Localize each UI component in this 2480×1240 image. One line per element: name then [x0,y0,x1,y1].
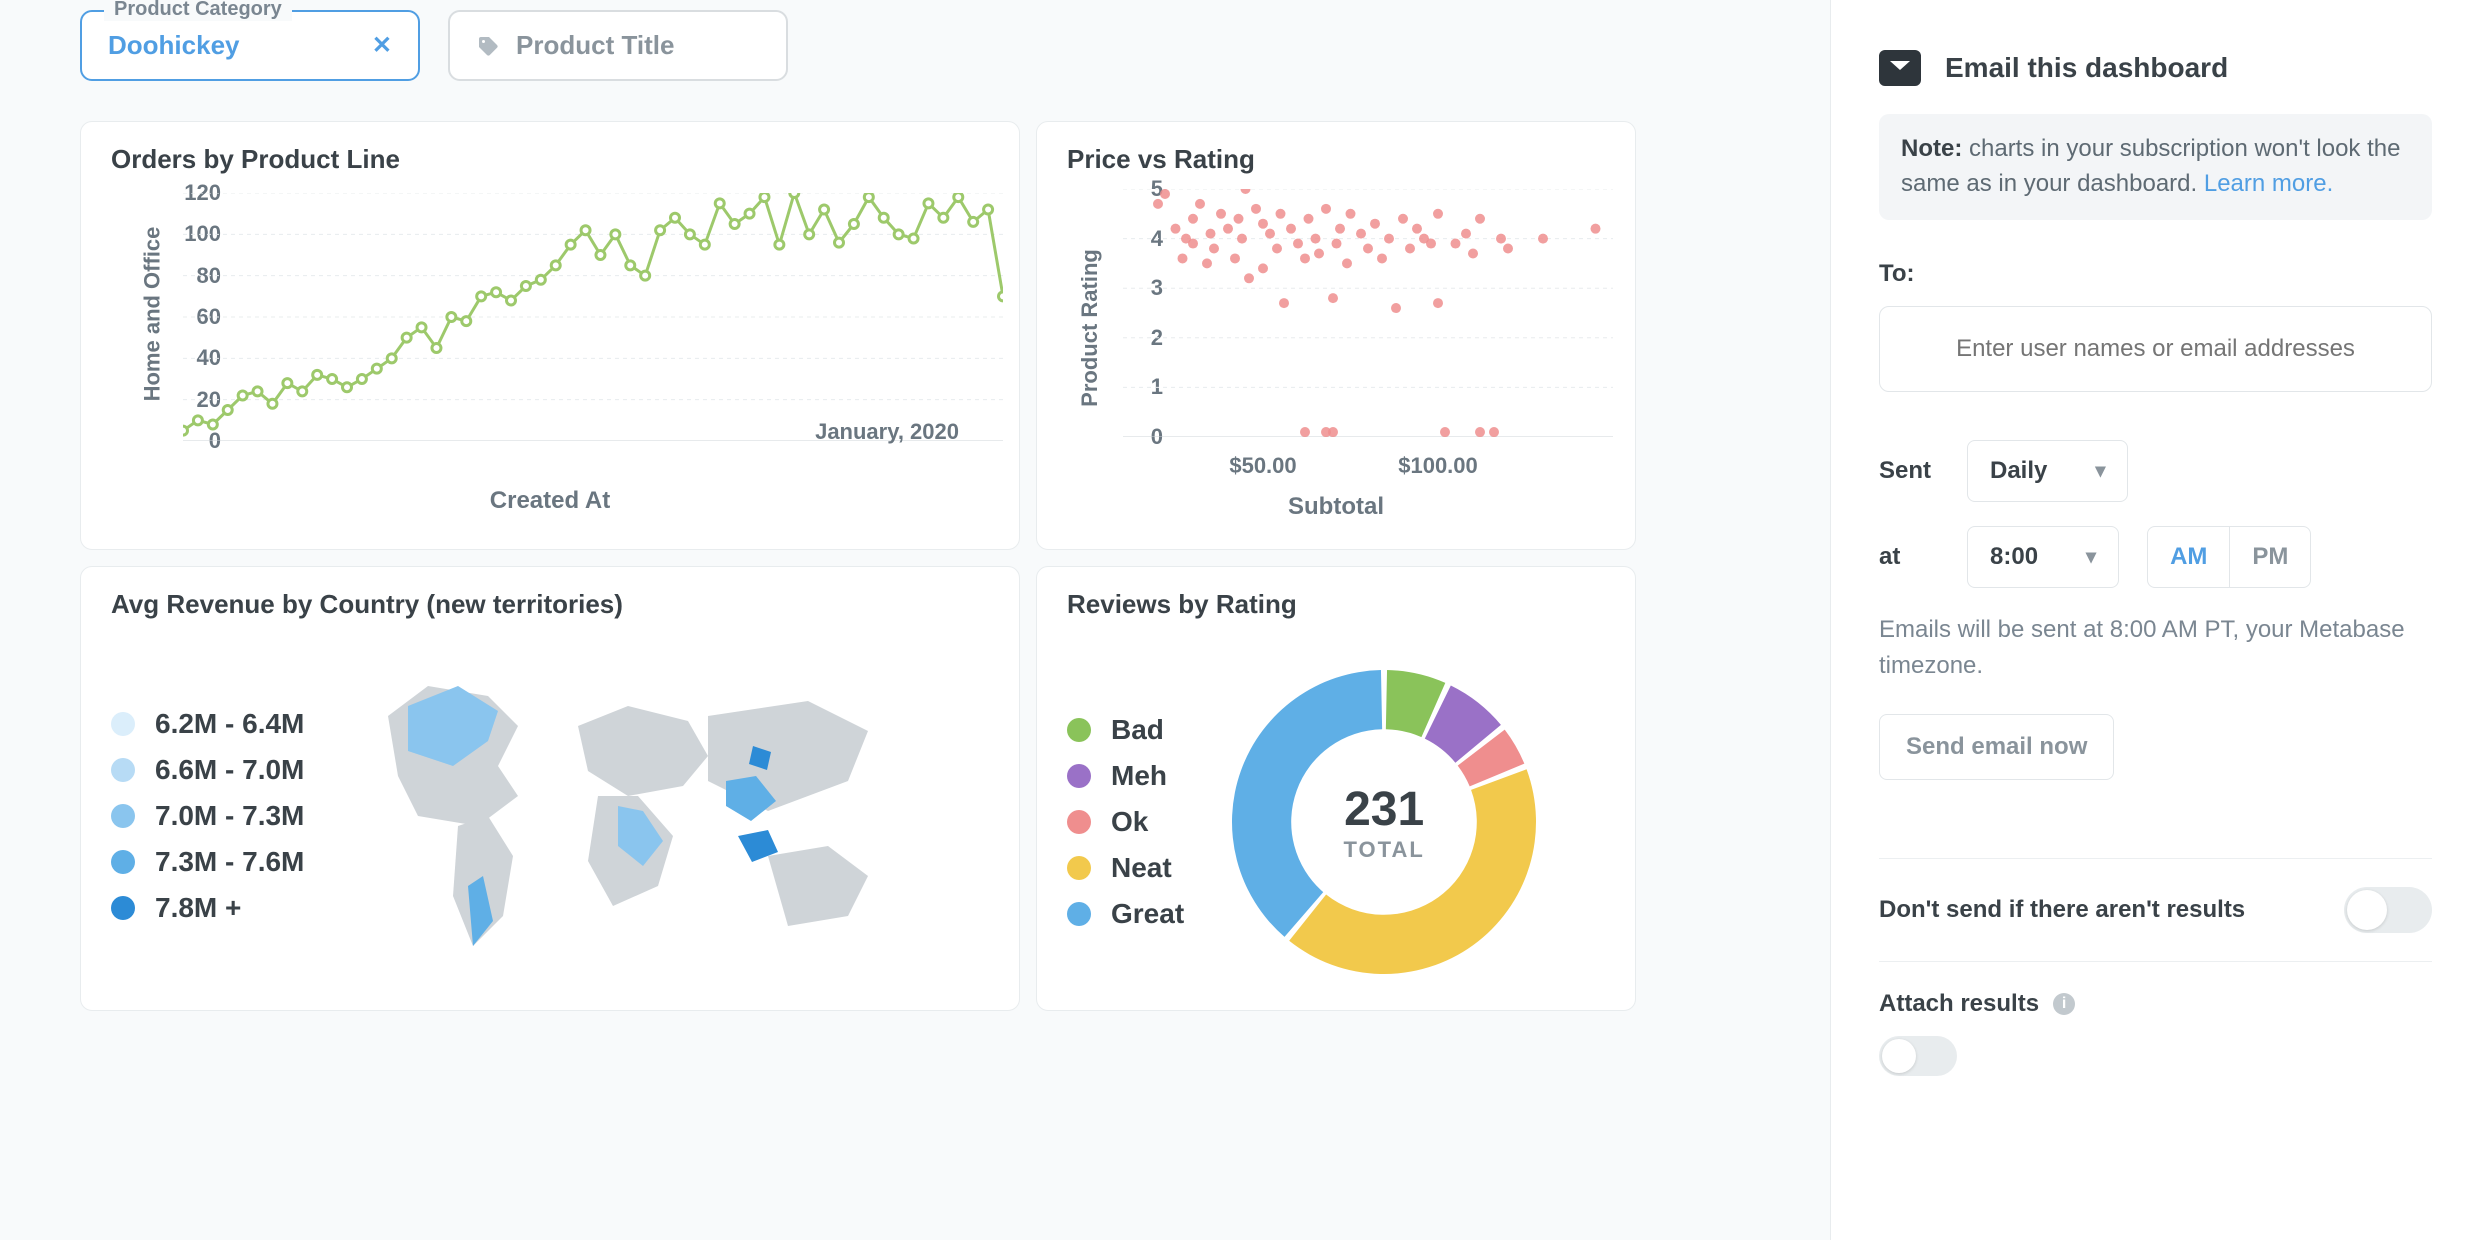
donut-legend-item: Meh [1067,760,1184,792]
orders-x-right-label: January, 2020 [815,419,959,445]
legend-label: Great [1111,898,1184,930]
legend-label: 7.0M - 7.3M [155,800,304,832]
scatter-ylabel: Product Rating [1077,250,1103,408]
schedule-hint: Emails will be sent at 8:00 AM PT, your … [1879,612,2432,684]
pm-option[interactable]: PM [2229,527,2310,587]
note-prefix: Note: [1901,135,1962,162]
frequency-select[interactable]: Daily ▾ [1967,440,2128,502]
legend-label: Bad [1111,714,1164,746]
donut-legend-item: Neat [1067,852,1184,884]
chevron-down-icon: ▾ [2095,458,2105,483]
legend-label: 7.8M + [155,892,241,924]
map-legend-item: 7.8M + [111,892,304,924]
subscription-sidebar: Email this dashboard Note: charts in you… [1830,0,2480,1240]
attach-results-toggle[interactable] [1879,1036,1957,1076]
legend-label: Ok [1111,806,1148,838]
card-orders-by-product-line: Orders by Product Line Home and Office 0… [80,121,1020,550]
legend-label: 7.3M - 7.6M [155,846,304,878]
xtick: $100.00 [1398,453,1478,479]
xtick: $50.00 [1229,453,1296,479]
divider [1879,858,2432,859]
filter-category-value: Doohickey [108,30,240,61]
world-map[interactable] [338,656,898,976]
filter-product-title[interactable]: Product Title [448,10,788,81]
filter-category-clear-icon[interactable]: ✕ [372,31,392,60]
divider [1879,961,2432,962]
filter-product-category[interactable]: Product Category Doohickey ✕ [80,10,420,81]
legend-swatch [1067,856,1091,880]
time-value: 8:00 [1990,543,2038,571]
frequency-value: Daily [1990,457,2047,485]
donut-legend-item: Ok [1067,806,1184,838]
attach-results-label: Attach results [1879,990,2039,1018]
filter-title-placeholder: Product Title [516,30,674,61]
legend-swatch [1067,902,1091,926]
legend-swatch [111,758,135,782]
card-price-vs-rating: Price vs Rating Product Rating 012345 $5… [1036,121,1636,550]
legend-swatch [111,804,135,828]
map-title: Avg Revenue by Country (new territories) [111,589,989,620]
legend-swatch [111,896,135,920]
map-legend-item: 6.6M - 7.0M [111,754,304,786]
legend-swatch [111,712,135,736]
note-learn-more-link[interactable]: Learn more. [2204,170,2333,197]
orders-title: Orders by Product Line [111,144,989,175]
mail-icon [1879,50,1921,86]
time-select[interactable]: 8:00 ▾ [1967,526,2119,588]
legend-swatch [1067,810,1091,834]
legend-swatch [1067,764,1091,788]
donut-legend: Bad Meh Ok Neat Great [1067,714,1184,930]
scatter-title: Price vs Rating [1067,144,1605,175]
tag-icon [476,34,500,58]
map-legend-item: 7.0M - 7.3M [111,800,304,832]
skip-empty-label: Don't send if there aren't results [1879,896,2245,924]
sent-label: Sent [1879,457,1939,485]
card-avg-revenue-by-country: Avg Revenue by Country (new territories)… [80,566,1020,1011]
filter-category-legend: Product Category [104,0,292,21]
map-legend-item: 7.3M - 7.6M [111,846,304,878]
chevron-down-icon: ▾ [2086,544,2096,569]
donut-total-label: TOTAL [1344,837,1425,863]
at-label: at [1879,543,1939,571]
donut-center: 231 TOTAL [1224,662,1544,982]
donut-title: Reviews by Rating [1067,589,1605,620]
map-legend-item: 6.2M - 6.4M [111,708,304,740]
am-option[interactable]: AM [2148,527,2229,587]
filters-bar: Product Category Doohickey ✕ Product Tit… [80,10,1750,81]
scatter-chart[interactable] [1123,189,1613,437]
sidebar-title: Email this dashboard [1945,52,2228,84]
donut-legend-item: Bad [1067,714,1184,746]
legend-swatch [111,850,135,874]
legend-label: 6.6M - 7.0M [155,754,304,786]
legend-label: Neat [1111,852,1172,884]
ampm-toggle[interactable]: AM PM [2147,526,2311,588]
skip-empty-toggle[interactable] [2344,887,2432,933]
legend-label: 6.2M - 6.4M [155,708,304,740]
legend-swatch [1067,718,1091,742]
map-legend: 6.2M - 6.4M 6.6M - 7.0M 7.0M - 7.3M 7.3M - … [111,708,304,924]
to-label: To: [1879,260,2432,288]
subscription-note: Note: charts in your subscription won't … [1879,114,2432,220]
card-reviews-by-rating: Reviews by Rating Bad Meh Ok Neat Great 231 … [1036,566,1636,1011]
donut-total-value: 231 [1344,782,1424,837]
orders-line-chart[interactable] [183,193,1003,441]
donut-legend-item: Great [1067,898,1184,930]
legend-label: Meh [1111,760,1167,792]
recipients-input[interactable] [1879,306,2432,392]
orders-ylabel: Home and Office [139,227,165,402]
info-icon[interactable]: i [2053,993,2075,1015]
send-email-now-button[interactable]: Send email now [1879,714,2114,780]
